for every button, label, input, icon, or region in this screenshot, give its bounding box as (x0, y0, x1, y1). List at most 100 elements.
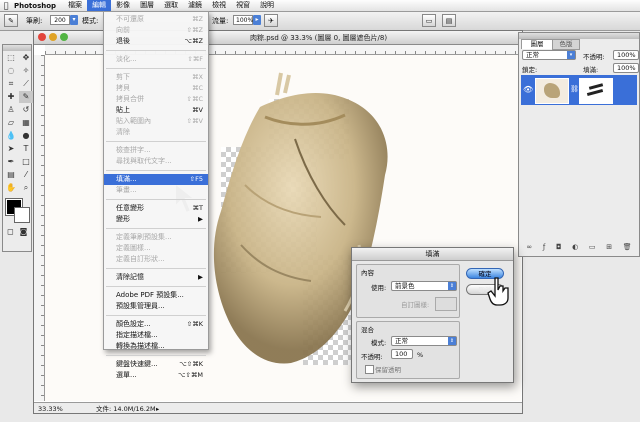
hand-tool-icon[interactable]: ✋ (4, 182, 18, 194)
trash-icon[interactable]: 🗑 (623, 243, 632, 255)
fill-mode-select[interactable]: 正常 ⇕ (391, 336, 457, 346)
brush-tool-icon[interactable]: ✎ (4, 14, 18, 27)
menu-separator (106, 141, 206, 142)
lasso-tool-icon[interactable]: ◌ (4, 65, 18, 77)
menu-filter[interactable]: 濾鏡 (183, 0, 207, 11)
menu-help[interactable]: 說明 (255, 0, 279, 11)
edit-menu-item[interactable]: 鍵盤快速鍵... ⌥⇧⌘K (104, 359, 208, 370)
close-window-icon[interactable] (38, 33, 46, 41)
new-layer-icon[interactable]: ⊞ (606, 243, 612, 255)
edit-menu-item[interactable]: 變形 ▶ (104, 214, 208, 225)
edit-menu-item[interactable]: 清除記憶 ▶ (104, 272, 208, 283)
menu-select[interactable]: 選取 (159, 0, 183, 11)
airbrush-icon[interactable]: ✈ (264, 14, 278, 27)
link-layers-icon[interactable]: ∞ (526, 243, 532, 255)
zoom-level[interactable]: 33.33% (38, 403, 63, 413)
app-menu[interactable]: Photoshop (14, 2, 56, 10)
add-mask-icon[interactable]: ◘ (556, 243, 562, 255)
magic-wand-icon[interactable]: ✧ (19, 65, 33, 77)
menu-item-shortcut: ⌥⇧⌘K (179, 360, 203, 368)
edit-menu-item[interactable]: 填滿... ⇧F5 (104, 174, 208, 185)
use-select[interactable]: 前景色 ⇕ (391, 281, 457, 291)
pen-tool-icon[interactable]: ✒ (4, 156, 18, 168)
edit-menu-item[interactable]: 轉換為描述檔... (104, 341, 208, 352)
document-title: 肉粽.psd @ 33.3% (圖層 0, 圖層遮色片/8) (250, 34, 388, 42)
edit-menu-item: 檢查拼字... (104, 145, 208, 156)
zoom-window-icon[interactable] (60, 33, 68, 41)
slice-tool-icon[interactable]: ⟋ (19, 78, 33, 90)
menu-file[interactable]: 檔案 (63, 0, 87, 11)
custom-pattern-swatch[interactable] (435, 297, 457, 311)
menu-item-label: 清除記憶 (116, 273, 144, 281)
edit-menu-item[interactable]: 貼上 ⌘V (104, 105, 208, 116)
menu-item-label: 檢查拼字... (116, 146, 151, 154)
menu-layer[interactable]: 圖層 (135, 0, 159, 11)
palette-well-icon[interactable]: ▭ (422, 14, 436, 27)
fill-opacity-field[interactable]: 100 (391, 349, 413, 359)
stamp-tool-icon[interactable]: ♙ (4, 104, 18, 116)
minimize-window-icon[interactable] (49, 33, 57, 41)
flow-field[interactable]: 100% (233, 15, 253, 25)
edit-menu-item[interactable]: 預設集管理員... (104, 301, 208, 312)
layer-mask-thumbnail[interactable] (579, 78, 613, 104)
layer-fill-field[interactable]: 100% (613, 63, 639, 73)
fill-dialog-title: 填滿 (352, 248, 513, 261)
brush-dropdown-icon[interactable]: ▾ (70, 15, 78, 25)
shape-tool-icon[interactable]: □ (19, 156, 33, 168)
eraser-tool-icon[interactable]: ▱ (4, 117, 18, 129)
marquee-tool-icon[interactable]: ⬚ (4, 52, 18, 64)
layer-thumbnail[interactable] (535, 78, 569, 104)
eyedropper-icon[interactable]: ⁄ (19, 169, 33, 181)
dodge-tool-icon[interactable]: ● (19, 130, 33, 142)
edit-menu-item[interactable]: Adobe PDF 預設集... (104, 290, 208, 301)
edit-menu-item: 清除 (104, 127, 208, 138)
path-select-icon[interactable]: ➤ (4, 143, 18, 155)
type-tool-icon[interactable]: T (19, 143, 33, 155)
brush-size-field[interactable]: 200 (50, 15, 70, 25)
crop-tool-icon[interactable]: ⌗ (4, 78, 18, 90)
mode-label: 模式: (82, 17, 99, 25)
file-size-info[interactable]: 文件: 14.0M/16.2M (96, 403, 156, 413)
background-color-swatch[interactable] (14, 207, 30, 223)
edit-menu-item[interactable]: 指定描述檔... (104, 330, 208, 341)
tab-layers[interactable]: 圖層 (521, 39, 553, 49)
blur-tool-icon[interactable]: 💧 (4, 130, 18, 142)
tab-channels[interactable]: 色版 (552, 39, 580, 50)
healing-brush-icon[interactable]: ✚ (4, 91, 18, 103)
vertical-ruler[interactable] (34, 55, 45, 401)
edit-menu-item[interactable]: 選單... ⌥⇧⌘M (104, 370, 208, 381)
layer-opacity-field[interactable]: 100% (613, 50, 639, 60)
flow-dropdown-icon[interactable]: ▸ (253, 15, 261, 25)
brush-tool-icon[interactable]: ✎ (19, 91, 33, 103)
menu-view[interactable]: 檢視 (207, 0, 231, 11)
menu-image[interactable]: 影像 (111, 0, 135, 11)
standard-mode-icon[interactable]: ◻ (5, 226, 16, 238)
menu-bar:  Photoshop 檔案 編輯 影像 圖層 選取 濾鏡 檢視 視窗 說明 (0, 0, 640, 12)
menu-separator (106, 286, 206, 287)
notes-tool-icon[interactable]: ▤ (4, 169, 18, 181)
edit-menu-item: 剪下 ⌘X (104, 72, 208, 83)
blend-mode-select[interactable]: 正常 ▾ (522, 50, 576, 60)
quickmask-mode-icon[interactable]: ◙ (18, 226, 29, 238)
status-arrow-icon[interactable]: ▸ (156, 403, 159, 413)
adjustment-layer-icon[interactable]: ◐ (572, 243, 578, 255)
layer-style-icon[interactable]: ƒ (543, 243, 545, 255)
preserve-transparency-checkbox[interactable] (365, 365, 374, 374)
menu-item-label: 變形 (116, 215, 130, 223)
layer-row-selected[interactable]: 👁 ⛓ (521, 75, 637, 105)
zoom-tool-icon[interactable]: ⌕ (19, 182, 33, 194)
workspace-icon[interactable]: ▤ (442, 14, 456, 27)
new-group-icon[interactable]: ▭ (589, 243, 596, 255)
history-brush-icon[interactable]: ↺ (19, 104, 33, 116)
move-tool-icon[interactable]: ✥ (19, 52, 33, 64)
menu-separator (106, 355, 206, 356)
edit-menu-item[interactable]: 顏色設定... ⇧⌘K (104, 319, 208, 330)
gradient-tool-icon[interactable]: ▦ (19, 117, 33, 129)
menu-edit[interactable]: 編輯 (87, 0, 112, 11)
menu-window[interactable]: 視窗 (231, 0, 255, 11)
apple-icon[interactable]:  (0, 1, 12, 10)
menu-item-shortcut: ⌥⇧⌘M (177, 371, 203, 379)
visibility-eye-icon[interactable]: 👁 (523, 85, 533, 94)
edit-menu-item[interactable]: 退後 ⌥⌘Z (104, 36, 208, 47)
edit-menu-item[interactable]: 任意變形 ⌘T (104, 203, 208, 214)
